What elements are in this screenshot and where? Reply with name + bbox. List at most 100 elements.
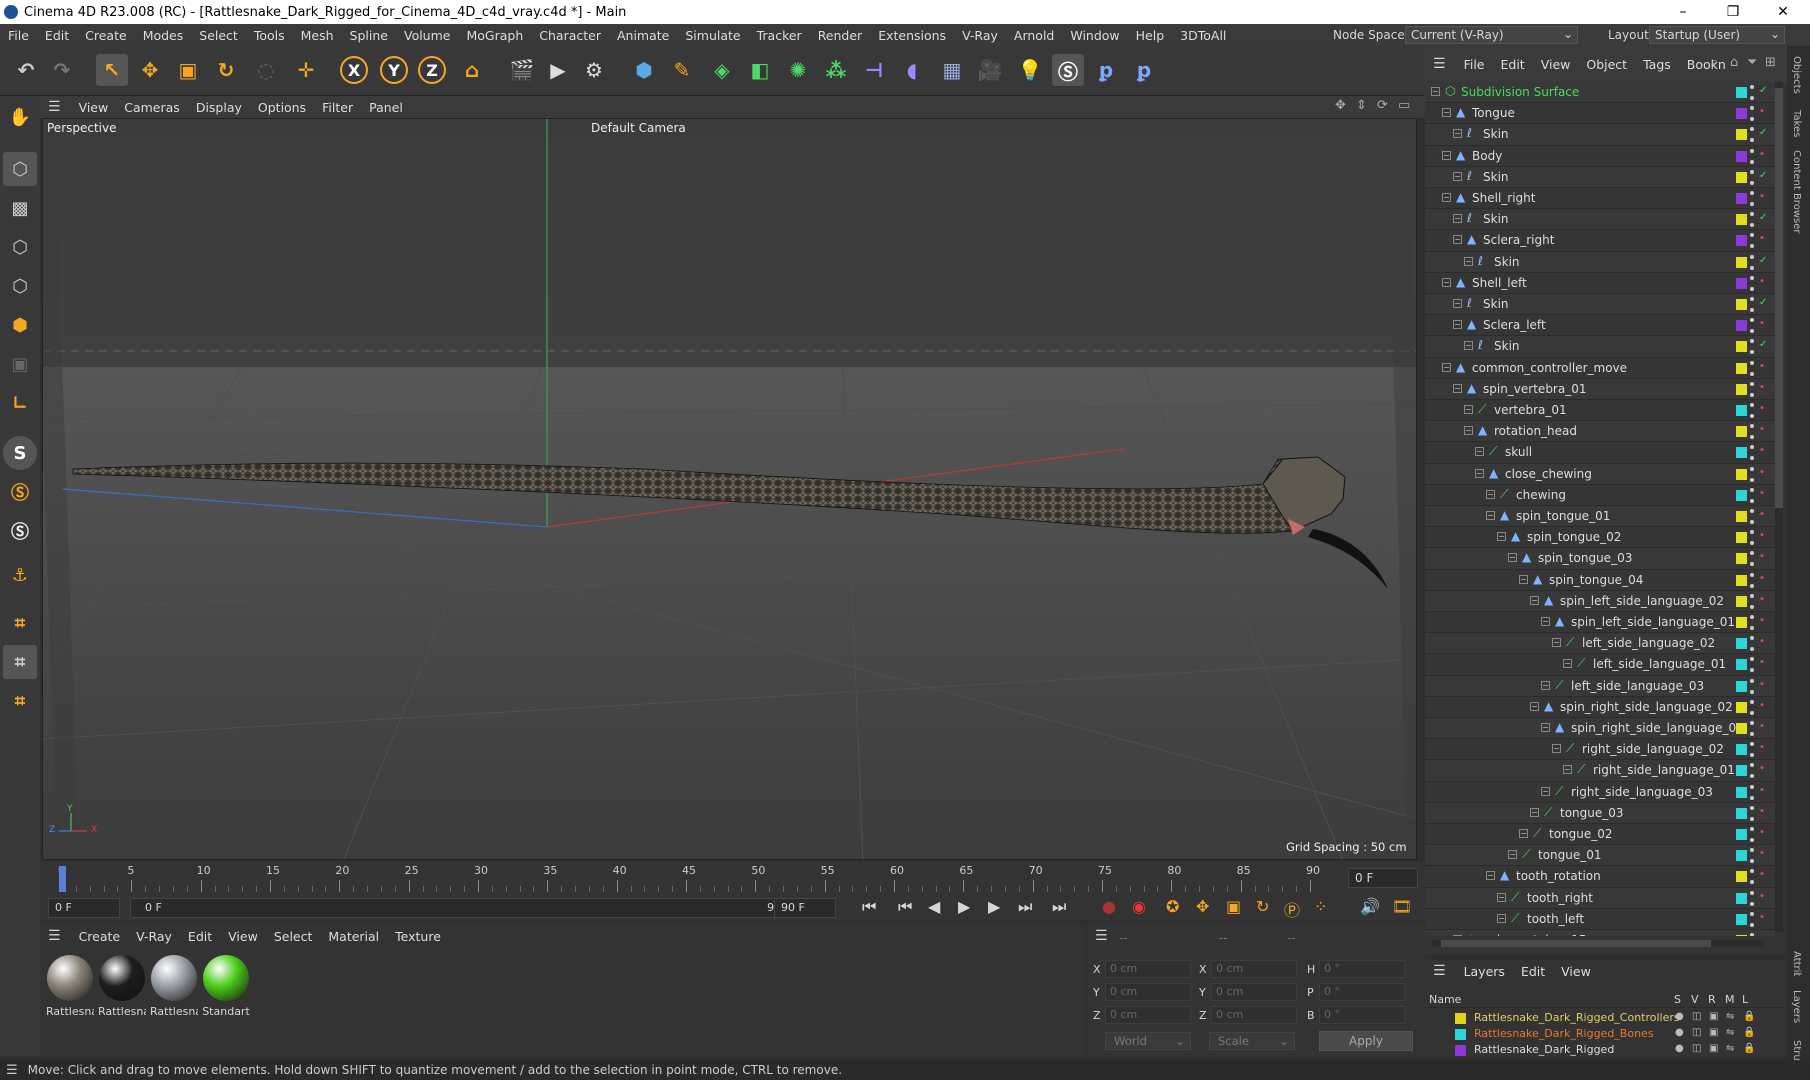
expand-toggle-icon[interactable]: −	[1530, 701, 1539, 711]
material-item[interactable]: Standart	[200, 955, 252, 1018]
expand-toggle-icon[interactable]: −	[1541, 723, 1550, 732]
expand-toggle-icon[interactable]: −	[1453, 299, 1462, 308]
next-frame-icon[interactable]: ▶	[988, 897, 1000, 916]
cube-icon[interactable]: ⬢	[628, 54, 660, 86]
hamburger-icon[interactable]: ☰	[48, 99, 61, 115]
uv-mode-icon[interactable]: ▣	[3, 347, 37, 381]
expand-toggle-icon[interactable]: −	[1530, 595, 1539, 605]
object-row[interactable]: − ⟋ left_side_language_01 •	[1425, 654, 1775, 676]
visibility-dots-icon[interactable]	[1750, 530, 1754, 546]
material-menu-select[interactable]: Select	[266, 929, 321, 944]
object-row[interactable]: − ⟋ left_side_language_02 •	[1425, 633, 1775, 655]
expand-toggle-icon[interactable]: −	[1453, 171, 1462, 181]
dot-icon[interactable]: •	[1759, 530, 1765, 541]
expand-toggle-icon[interactable]: −	[1453, 214, 1462, 224]
object-row[interactable]: − ⟋ right_side_language_01 •	[1425, 760, 1775, 782]
extrude-icon[interactable]: ◧	[744, 54, 776, 86]
visible-icon[interactable]: ◫	[1692, 1043, 1701, 1054]
visibility-dots-icon[interactable]	[1750, 657, 1754, 673]
expand-toggle-icon[interactable]: −	[1486, 511, 1495, 520]
python-script-icon[interactable]: ꝑ	[1128, 54, 1160, 86]
model-mode-icon[interactable]: ⬡	[3, 152, 37, 186]
coord-value-field[interactable]: 0 cm	[1105, 960, 1191, 978]
menu-spline[interactable]: Spline	[342, 28, 396, 43]
dot-icon[interactable]: •	[1759, 424, 1765, 435]
dot-icon[interactable]: •	[1759, 106, 1765, 117]
floor-icon[interactable]: ▦	[936, 54, 968, 86]
coord-value-field[interactable]: 0 °	[1319, 983, 1405, 1001]
dot-icon[interactable]: •	[1759, 721, 1765, 732]
dot-icon[interactable]: •	[1759, 636, 1765, 647]
keyframe-selection-icon[interactable]: ✪	[1166, 897, 1179, 916]
minimize-button[interactable]: –	[1660, 0, 1706, 24]
hamburger-icon[interactable]: ☰	[1095, 928, 1108, 944]
playhead[interactable]	[59, 866, 66, 892]
filter-icon[interactable]: ⏷	[1747, 55, 1757, 70]
object-row[interactable]: − ℓ Skin ✓	[1425, 209, 1775, 231]
view-menu-filter[interactable]: Filter	[314, 100, 361, 115]
expand-toggle-icon[interactable]: −	[1442, 362, 1451, 372]
dot-icon[interactable]: •	[1759, 827, 1765, 838]
object-menu-tags[interactable]: Tags	[1635, 57, 1679, 72]
expand-toggle-icon[interactable]: −	[1563, 659, 1572, 669]
material-menu-create[interactable]: Create	[71, 929, 129, 944]
solo-icon[interactable]: ●	[1675, 1027, 1684, 1038]
object-menu-bookn[interactable]: Bookn	[1679, 57, 1734, 72]
menu-simulate[interactable]: Simulate	[677, 28, 748, 43]
dot-icon[interactable]: •	[1759, 382, 1765, 393]
render-settings-icon[interactable]: ⚙	[578, 54, 610, 86]
dot-icon[interactable]: •	[1759, 700, 1765, 711]
expand-toggle-icon[interactable]: −	[1442, 108, 1451, 118]
menu-help[interactable]: Help	[1128, 28, 1173, 43]
parameter-key-icon[interactable]: Ⓟ	[1284, 897, 1300, 921]
vray-icon[interactable]: Ⓢ	[1052, 54, 1084, 86]
material-item[interactable]: Rattlesna	[148, 955, 200, 1018]
object-row[interactable]: − ℓ Skin ✓	[1425, 294, 1775, 316]
visibility-dots-icon[interactable]	[1750, 127, 1754, 143]
coord-value-field[interactable]: 0 °	[1319, 960, 1405, 978]
texture-mode-icon[interactable]: ▩	[3, 191, 37, 225]
object-row[interactable]: − ℓ Skin ✓	[1425, 251, 1775, 273]
rotate-icon[interactable]: ↻	[210, 54, 242, 86]
object-row[interactable]: − ▲ tooth_rotation •	[1425, 866, 1775, 888]
planar-workplane-icon[interactable]: ⌗	[3, 645, 37, 679]
recent-tool-icon[interactable]: ◌	[250, 54, 282, 86]
visibility-dots-icon[interactable]	[1750, 275, 1754, 291]
hamburger-icon[interactable]: ☰	[1433, 963, 1446, 979]
redo-icon[interactable]: ↷	[46, 54, 78, 86]
snap-icon[interactable]: S	[3, 436, 37, 470]
dot-icon[interactable]: •	[1759, 848, 1765, 859]
menu-extensions[interactable]: Extensions	[870, 28, 954, 43]
layer-menu-layers[interactable]: Layers	[1456, 964, 1513, 979]
visibility-dots-icon[interactable]	[1750, 593, 1754, 609]
menu-v-ray[interactable]: V-Ray	[954, 28, 1006, 43]
position-key-icon[interactable]: ✥	[1196, 897, 1209, 916]
render-icon[interactable]: ▣	[1709, 1027, 1718, 1038]
tab-layers[interactable]: Layers	[1791, 990, 1802, 1023]
dot-icon[interactable]: •	[1759, 467, 1765, 478]
object-row[interactable]: − ▲ Shell_right •	[1425, 188, 1775, 210]
visibility-dots-icon[interactable]	[1750, 233, 1754, 249]
expand-toggle-icon[interactable]: −	[1453, 129, 1462, 139]
material-menu-texture[interactable]: Texture	[387, 929, 449, 944]
python-icon[interactable]: ꝑ	[1090, 54, 1122, 86]
workplane-icon[interactable]: ⌗	[3, 606, 37, 640]
cloner-icon[interactable]: ⁂	[820, 54, 852, 86]
rotate-view-icon[interactable]: ⟳	[1377, 98, 1388, 113]
expand-toggle-icon[interactable]: −	[1475, 468, 1484, 478]
frame-range-slider[interactable]: 0 F 90 F	[130, 898, 800, 918]
live-selection-icon[interactable]: ↖	[96, 54, 128, 86]
visibility-dots-icon[interactable]	[1750, 784, 1754, 800]
maximize-button[interactable]: ❐	[1710, 0, 1756, 24]
dot-icon[interactable]: •	[1759, 318, 1765, 329]
visibility-dots-icon[interactable]	[1750, 191, 1754, 206]
close-button[interactable]: ✕	[1760, 0, 1806, 24]
object-hscrollbar-thumb[interactable]	[1441, 940, 1711, 947]
visibility-dots-icon[interactable]	[1750, 805, 1754, 821]
record-active-icon[interactable]: ●	[1102, 897, 1116, 916]
expand-toggle-icon[interactable]: −	[1541, 617, 1550, 626]
dot-icon[interactable]: •	[1759, 785, 1765, 796]
expand-toggle-icon[interactable]: −	[1453, 935, 1462, 936]
dot-icon[interactable]: •	[1759, 361, 1765, 372]
dot-icon[interactable]: •	[1759, 806, 1765, 817]
